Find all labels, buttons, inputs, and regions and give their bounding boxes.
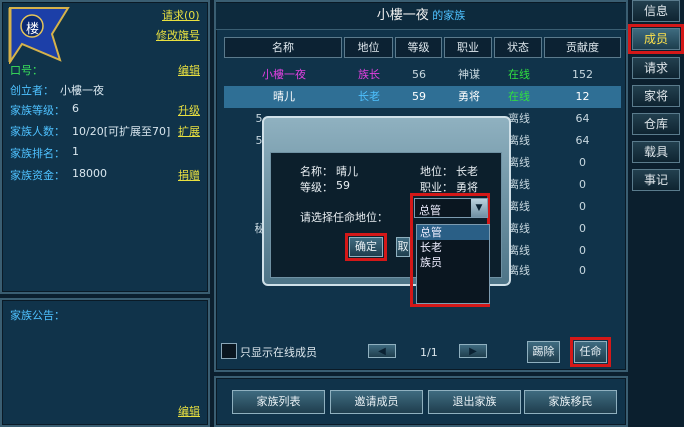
tab-members[interactable]: 成员: [628, 24, 684, 54]
col-header-contrib[interactable]: 贡献度: [544, 37, 621, 58]
tab-vehicles[interactable]: 载具: [632, 141, 680, 163]
level-label: 家族等级：: [10, 104, 65, 117]
quit-family-button[interactable]: 退出家族: [428, 390, 521, 414]
right-arrow-icon: ▶: [469, 346, 477, 357]
member-status: 在线: [508, 68, 530, 81]
rank-label: 家族排名：: [10, 147, 65, 160]
prev-page-button[interactable]: ◀: [368, 344, 396, 358]
member-contrib: 64: [575, 112, 590, 125]
role-option[interactable]: 族员: [417, 255, 489, 270]
members-label: 家族人数：: [10, 125, 65, 138]
kick-button[interactable]: 踢除: [527, 341, 560, 363]
members-value: 10/20[可扩展至70]: [72, 125, 171, 138]
col-header-job[interactable]: 职业: [444, 37, 492, 58]
modify-flag-link[interactable]: 修改旗号: [156, 27, 200, 43]
tab-warehouse[interactable]: 仓库: [632, 113, 680, 135]
member-contrib: 0: [579, 156, 586, 169]
role-options-list: 总管 长老 族员: [416, 224, 490, 304]
member-contrib: 0: [579, 222, 586, 235]
member-contrib: 0: [579, 264, 586, 277]
member-role: 族长: [358, 68, 380, 81]
left-arrow-icon: ◀: [378, 346, 386, 357]
cancel-button[interactable]: 取: [396, 237, 410, 257]
dialog-role-value: 长老: [456, 165, 478, 178]
tab-info[interactable]: 信息: [632, 0, 680, 22]
rank-value: 1: [72, 145, 79, 158]
member-job: 勇将: [458, 90, 480, 103]
level-value: 6: [72, 102, 79, 115]
funds-value: 18000: [72, 167, 107, 180]
confirm-button[interactable]: 确定: [345, 233, 387, 261]
online-only-label: 只显示在线成员: [240, 346, 317, 359]
member-contrib: 0: [579, 244, 586, 257]
tab-generals[interactable]: 家将: [632, 85, 680, 107]
family-list-button[interactable]: 家族列表: [232, 390, 325, 414]
donate-link[interactable]: 捐赠: [178, 167, 200, 183]
dialog-prompt: 请选择任命地位：: [300, 211, 388, 224]
dialog-role-label: 地位：: [420, 165, 453, 178]
member-contrib: 0: [579, 178, 586, 191]
notice-edit-link[interactable]: 编辑: [178, 403, 200, 419]
panel-title: 小樓一夜 的家族: [216, 3, 626, 30]
family-migrate-button[interactable]: 家族移民: [524, 390, 617, 414]
chevron-down-icon[interactable]: ▼: [471, 199, 487, 217]
tab-events[interactable]: 事记: [632, 169, 680, 191]
invite-member-button[interactable]: 邀请成员: [330, 390, 423, 414]
expand-link[interactable]: 扩展: [178, 123, 200, 139]
next-page-button[interactable]: ▶: [459, 344, 487, 358]
slogan-edit-link[interactable]: 编辑: [178, 62, 200, 78]
member-contrib: 152: [572, 68, 593, 81]
col-header-level[interactable]: 等级: [395, 37, 442, 58]
col-header-name[interactable]: 名称: [224, 37, 342, 58]
col-header-status[interactable]: 状态: [494, 37, 542, 58]
emblem-char: 楼: [26, 22, 40, 37]
member-name: 晴儿: [273, 90, 295, 103]
dialog-level-label: 等级：: [300, 181, 333, 194]
tab-requests[interactable]: 请求: [632, 57, 680, 79]
member-contrib: 12: [575, 90, 590, 103]
family-suffix: 的家族: [432, 9, 466, 22]
dialog-level-value: 59: [336, 179, 350, 192]
member-status: 在线: [508, 90, 530, 103]
col-header-role[interactable]: 地位: [344, 37, 393, 58]
member-contrib: 64: [575, 134, 590, 147]
role-select[interactable]: 总管 ▼: [414, 198, 488, 218]
role-select-value: 总管: [419, 204, 441, 217]
creator-value: 小樓一夜: [60, 84, 104, 97]
member-name: 小樓一夜: [262, 68, 306, 81]
family-emblem: 楼: [6, 4, 70, 66]
role-option[interactable]: 长老: [417, 240, 489, 255]
request-link[interactable]: 请求(0): [162, 7, 200, 23]
member-job: 神谋: [458, 68, 480, 81]
upgrade-link[interactable]: 升级: [178, 102, 200, 118]
member-role: 长老: [358, 90, 380, 103]
notice-label: 家族公告：: [10, 309, 65, 322]
member-contrib: 0: [579, 200, 586, 213]
table-row[interactable]: 小樓一夜 族长 56 神谋 在线 152: [224, 64, 621, 86]
member-level: 56: [412, 68, 426, 81]
role-option[interactable]: 总管: [417, 225, 489, 240]
funds-label: 家族资金：: [10, 169, 65, 182]
member-level: 59: [412, 90, 426, 103]
online-only-checkbox[interactable]: [221, 343, 237, 359]
table-row-selected[interactable]: 晴儿 长老 59 勇将 在线 12: [224, 86, 621, 108]
dialog-name-label: 名称：: [300, 165, 333, 178]
family-name: 小樓一夜: [376, 8, 429, 23]
dialog-name-value: 晴儿: [336, 165, 358, 178]
slogan-label: 口号：: [10, 64, 43, 77]
appoint-button[interactable]: 任命: [570, 337, 611, 367]
creator-label: 创立者：: [10, 84, 54, 97]
page-indicator: 1/1: [420, 346, 438, 359]
